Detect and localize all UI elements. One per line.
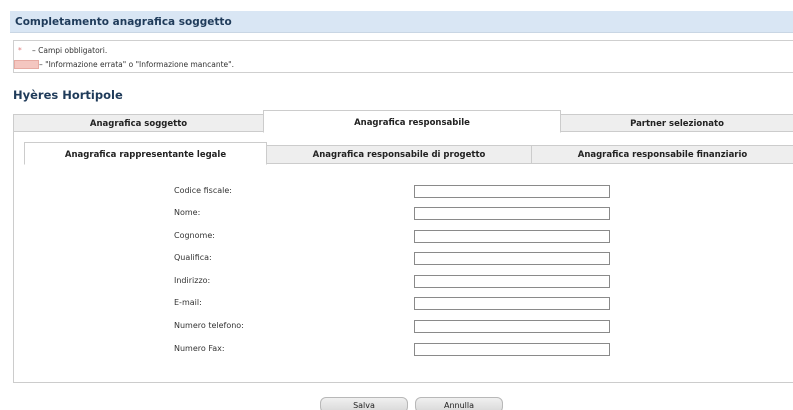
subject-name: Hyères Hortipole	[13, 88, 123, 102]
subtab-label: Anagrafica responsabile di progetto	[312, 150, 486, 160]
field-label: Numero telefono:	[174, 321, 244, 330]
form-row-cognome: Cognome:	[0, 230, 793, 244]
numero-telefono-input[interactable]	[414, 320, 610, 333]
tab-anagrafica-responsabile[interactable]: Anagrafica responsabile	[263, 110, 561, 133]
codice-fiscale-input[interactable]	[414, 185, 610, 198]
cancel-button[interactable]: Annulla	[415, 397, 503, 410]
subtab-responsabile-progetto[interactable]: Anagrafica responsabile di progetto	[266, 145, 532, 164]
field-label: Qualifica:	[174, 253, 212, 262]
tab-partner-selezionato[interactable]: Partner selezionato	[560, 114, 793, 132]
cognome-input[interactable]	[414, 230, 610, 243]
form-row-codice-fiscale: Codice fiscale:	[0, 185, 793, 199]
form-row-email: E-mail:	[0, 297, 793, 311]
main-tabs: Anagrafica soggetto Anagrafica responsab…	[13, 110, 793, 133]
field-label: Codice fiscale:	[174, 186, 232, 195]
tab-label: Anagrafica responsabile	[354, 118, 470, 128]
subtab-rappresentante-legale[interactable]: Anagrafica rappresentante legale	[24, 142, 267, 165]
form-row-nome: Nome:	[0, 207, 793, 221]
qualifica-input[interactable]	[414, 252, 610, 265]
legend-error-row: – "Informazione errata" o "Informazione …	[14, 60, 234, 69]
subtab-responsabile-finanziario[interactable]: Anagrafica responsabile finanziario	[531, 145, 793, 164]
field-label: Cognome:	[174, 231, 215, 240]
page-title: Completamento anagrafica soggetto	[15, 16, 232, 28]
subtab-label: Anagrafica rappresentante legale	[64, 150, 227, 160]
form-row-numero-fax: Numero Fax:	[0, 343, 793, 357]
subtab-label: Anagrafica responsabile finanziario	[577, 150, 748, 160]
legend-error-text: – "Informazione errata" o "Informazione …	[39, 60, 234, 69]
required-asterisk: *	[18, 46, 22, 55]
save-button[interactable]: Salva	[320, 397, 408, 410]
nome-input[interactable]	[414, 207, 610, 220]
legend-box: * – Campi obbligatori. – "Informazione er…	[13, 40, 793, 73]
tab-label: Anagrafica soggetto	[89, 119, 188, 129]
numero-fax-input[interactable]	[414, 343, 610, 356]
form-row-qualifica: Qualifica:	[0, 252, 793, 266]
legend-required-row: * – Campi obbligatori.	[18, 46, 107, 55]
tab-anagrafica-soggetto[interactable]: Anagrafica soggetto	[13, 114, 264, 132]
email-input[interactable]	[414, 297, 610, 310]
sub-tabs: Anagrafica rappresentante legale Anagraf…	[24, 142, 793, 165]
error-color-swatch	[14, 60, 39, 69]
field-label: Numero Fax:	[174, 344, 225, 353]
field-label: Nome:	[174, 208, 201, 217]
field-label: E-mail:	[174, 298, 202, 307]
page-header: Completamento anagrafica soggetto	[10, 11, 793, 33]
form-row-numero-telefono: Numero telefono:	[0, 320, 793, 334]
tab-label: Partner selezionato	[630, 119, 724, 129]
form-row-indirizzo: Indirizzo:	[0, 275, 793, 289]
indirizzo-input[interactable]	[414, 275, 610, 288]
field-label: Indirizzo:	[174, 276, 211, 285]
legend-required-text: – Campi obbligatori.	[32, 46, 108, 55]
